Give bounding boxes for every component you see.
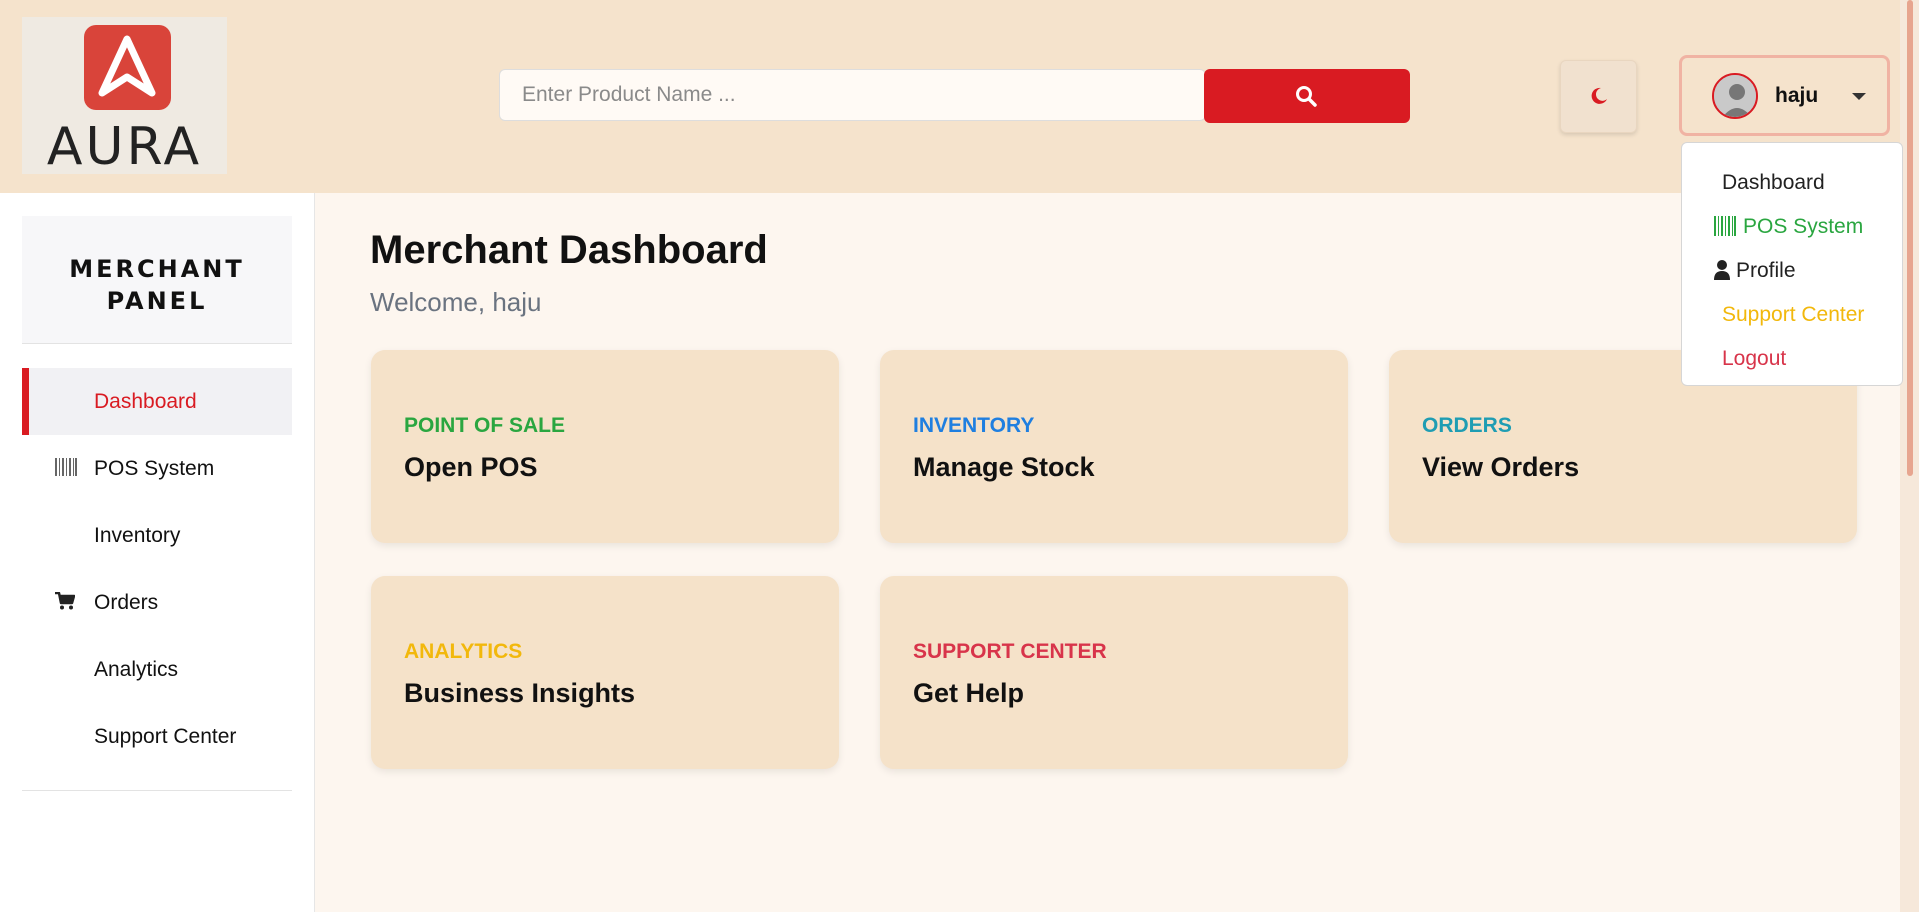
- sidebar-item-pos-system[interactable]: POS System: [22, 435, 292, 502]
- sidebar-item-support-center[interactable]: Support Center: [22, 703, 292, 770]
- menu-item-logout[interactable]: Logout: [1682, 337, 1902, 381]
- card-title: View Orders: [1422, 452, 1580, 482]
- card-support-center[interactable]: SUPPORT CENTER Get Help: [880, 576, 1348, 769]
- aura-logo[interactable]: AURA: [22, 17, 227, 177]
- search-icon: [1296, 86, 1317, 107]
- card-title: Business Insights: [404, 678, 636, 708]
- card-title: Open POS: [404, 452, 538, 482]
- top-header: AURA haju: [0, 0, 1900, 193]
- user-menu-button[interactable]: haju: [1679, 55, 1890, 136]
- card-inventory[interactable]: INVENTORY Manage Stock: [880, 350, 1348, 543]
- card-category: INVENTORY: [913, 414, 1035, 437]
- menu-item-support-center[interactable]: Support Center: [1682, 293, 1902, 337]
- card-category: POINT OF SALE: [404, 414, 566, 437]
- scrollbar-thumb[interactable]: [1907, 0, 1913, 476]
- sidebar-item-analytics[interactable]: Analytics: [22, 636, 292, 703]
- vertical-scrollbar[interactable]: [1900, 0, 1919, 912]
- page-title: Merchant Dashboard: [370, 228, 768, 272]
- sidebar-item-inventory[interactable]: Inventory: [22, 502, 292, 569]
- sidebar-nav: Dashboard POS System Inventory Orders An…: [22, 368, 292, 770]
- theme-toggle-button[interactable]: [1560, 60, 1637, 133]
- welcome-message: Welcome, haju: [370, 287, 542, 317]
- cart-icon: [55, 592, 75, 610]
- card-title: Get Help: [913, 678, 1025, 708]
- menu-item-pos-system[interactable]: POS System: [1682, 205, 1902, 249]
- card-title: Manage Stock: [913, 452, 1095, 482]
- barcode-icon: [55, 458, 77, 476]
- sidebar-divider: [22, 790, 292, 791]
- card-category: ORDERS: [1422, 414, 1512, 437]
- card-point-of-sale[interactable]: POINT OF SALE Open POS: [371, 350, 839, 543]
- barcode-icon: [1714, 216, 1736, 236]
- menu-item-profile[interactable]: Profile: [1682, 249, 1902, 293]
- logo-mark-icon: [84, 25, 171, 110]
- user-icon: [1714, 260, 1730, 280]
- user-dropdown-menu: Dashboard POS System Profile Support Cen…: [1681, 142, 1903, 386]
- menu-item-dashboard[interactable]: Dashboard: [1682, 161, 1902, 205]
- sidebar: MERCHANT PANEL Dashboard POS System Inve…: [0, 193, 315, 912]
- panel-title: MERCHANT PANEL: [22, 216, 292, 344]
- search-button[interactable]: [1204, 69, 1410, 123]
- card-category: ANALYTICS: [404, 640, 523, 663]
- card-analytics[interactable]: ANALYTICS Business Insights: [371, 576, 839, 769]
- chevron-down-icon: [1852, 93, 1866, 100]
- avatar: [1712, 73, 1758, 119]
- username-label: haju: [1775, 84, 1819, 107]
- logo-text: AURA: [46, 117, 203, 177]
- moon-icon: [1591, 87, 1607, 104]
- sidebar-item-orders[interactable]: Orders: [22, 569, 292, 636]
- card-category: SUPPORT CENTER: [913, 640, 1107, 663]
- product-search-input[interactable]: [499, 69, 1206, 121]
- sidebar-item-dashboard[interactable]: Dashboard: [22, 368, 292, 435]
